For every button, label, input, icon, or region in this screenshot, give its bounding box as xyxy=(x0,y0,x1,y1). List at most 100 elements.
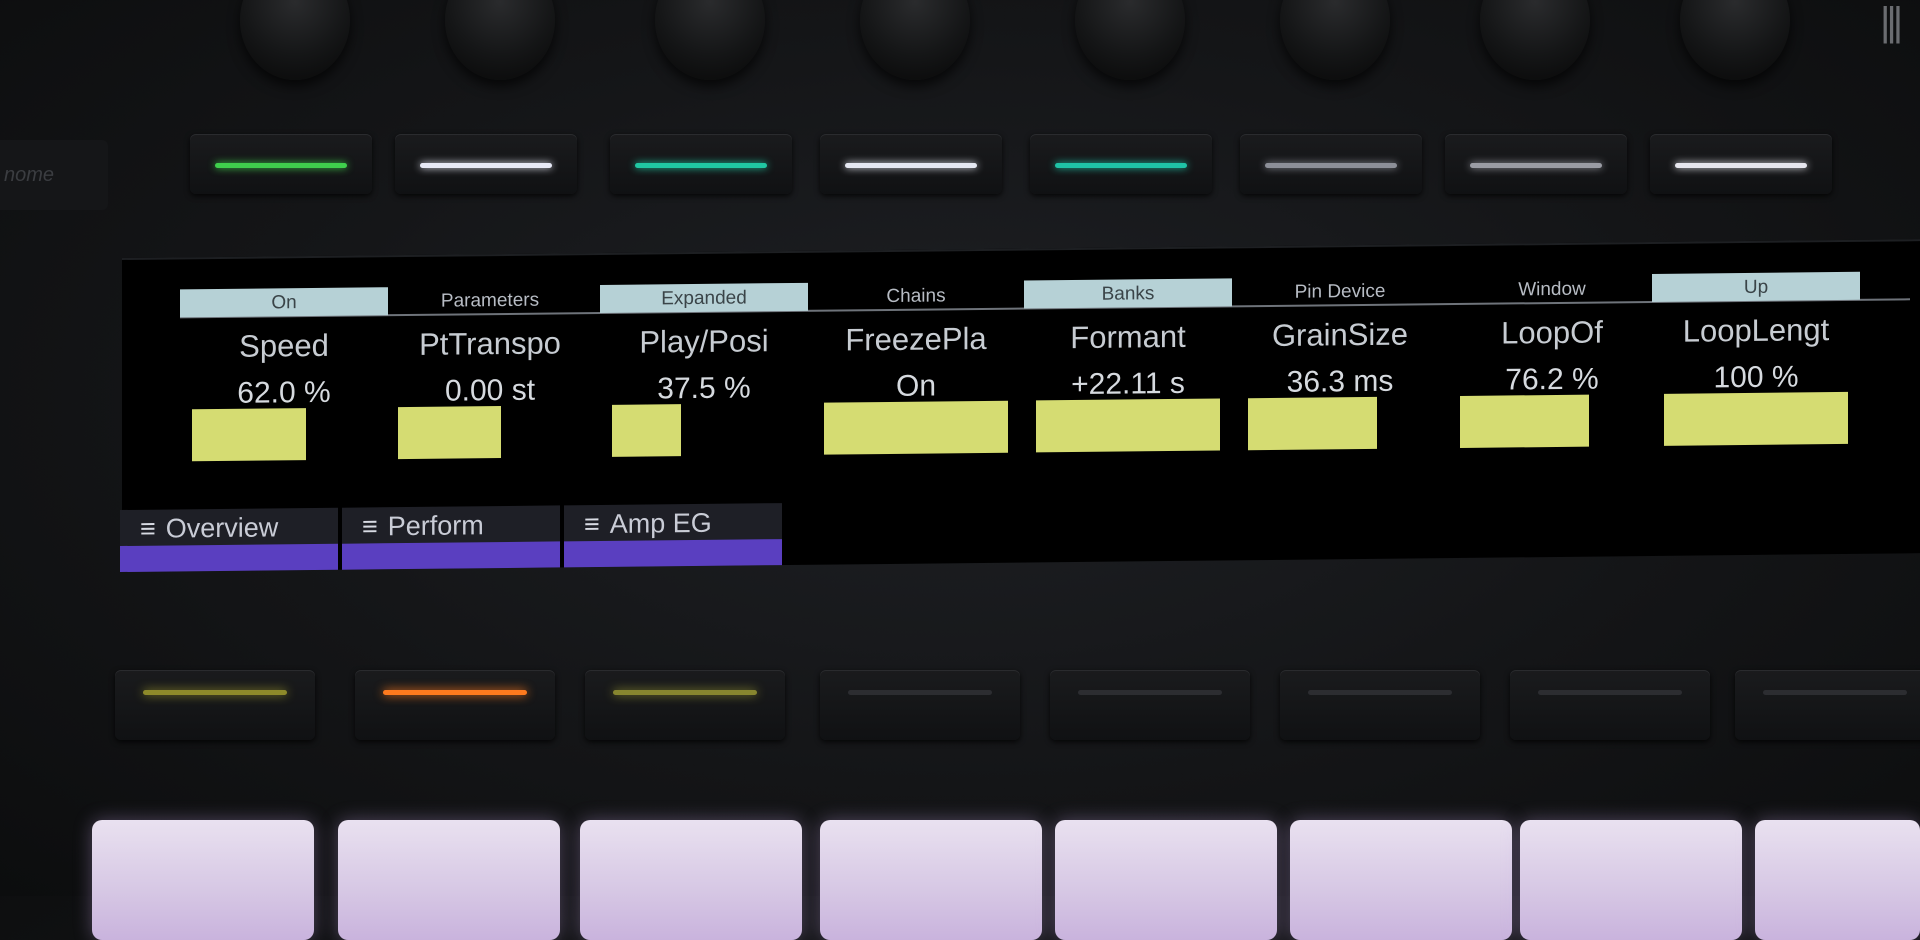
parameter-meter-5 xyxy=(1036,398,1220,453)
drum-pad-8[interactable] xyxy=(1755,820,1920,940)
param-column-6: Pin Device GrainSize 36.3 ms xyxy=(1236,276,1444,400)
param-column-3: Expanded Play/Posi 37.5 % xyxy=(600,282,808,407)
drum-pad-3[interactable] xyxy=(580,820,802,940)
upper-button-3[interactable] xyxy=(610,134,792,194)
parameter-meter-4 xyxy=(824,400,1008,455)
parameter-meter-3 xyxy=(612,404,681,457)
button-led xyxy=(845,162,977,168)
upper-button-7[interactable] xyxy=(1445,134,1627,194)
lower-button-8[interactable] xyxy=(1735,670,1920,740)
drum-pad-7[interactable] xyxy=(1520,820,1742,940)
side-button-label[interactable]: nome xyxy=(0,140,108,210)
lower-button-1[interactable] xyxy=(115,670,315,740)
parameter-name: PtTranspo xyxy=(419,325,561,362)
upper-button-2[interactable] xyxy=(395,134,577,194)
param-column-2: Parameters PtTranspo 0.00 st xyxy=(386,285,594,409)
param-column-7: Window LoopOf 76.2 % xyxy=(1448,274,1656,398)
lower-button-5[interactable] xyxy=(1050,670,1250,740)
parameter-value: 100 % xyxy=(1713,360,1799,395)
upper-button-6[interactable] xyxy=(1240,134,1422,194)
parameter-value: On xyxy=(895,369,937,403)
parameter-name: GrainSize xyxy=(1271,316,1409,353)
parameter-value: 76.2 % xyxy=(1505,362,1599,397)
bank-selection-bar xyxy=(564,539,782,568)
parameter-name: FreezePla xyxy=(845,320,987,358)
encoder-knob-3[interactable] xyxy=(655,0,765,80)
button-led xyxy=(1763,689,1907,695)
parameter-meter-1 xyxy=(192,408,307,462)
upper-button-4[interactable] xyxy=(820,134,1002,194)
param-column-1: On Speed 62.0 % xyxy=(180,287,388,411)
lower-button-6[interactable] xyxy=(1280,670,1480,740)
upper-button-1[interactable] xyxy=(190,134,372,194)
parameter-value: 62.0 % xyxy=(237,375,331,410)
top-tab-3[interactable]: Expanded xyxy=(600,282,808,313)
button-led xyxy=(635,162,767,168)
button-led xyxy=(1470,162,1602,168)
upper-button-8[interactable] xyxy=(1650,134,1832,194)
encoder-knob-5[interactable] xyxy=(1075,0,1185,80)
button-led xyxy=(143,689,287,695)
parameter-meter-2 xyxy=(398,406,502,460)
button-led xyxy=(1675,162,1807,168)
top-tab-5[interactable]: Banks xyxy=(1024,278,1232,309)
brand-logo: ||| xyxy=(1880,0,1903,44)
lower-button-4[interactable] xyxy=(820,670,1020,740)
button-led xyxy=(215,162,347,168)
parameter-value: 37.5 % xyxy=(657,371,751,406)
top-tab-1[interactable]: On xyxy=(180,287,388,318)
bank-name: Overview xyxy=(165,512,279,544)
drum-pad-1[interactable] xyxy=(92,820,314,940)
parameter-name: LoopOf xyxy=(1501,314,1603,351)
button-led xyxy=(383,689,527,695)
drum-pad-4[interactable] xyxy=(820,820,1042,940)
bank-icon: ≡ xyxy=(362,511,378,542)
lower-button-2[interactable] xyxy=(355,670,555,740)
encoder-knob-6[interactable] xyxy=(1280,0,1390,80)
bank-icon: ≡ xyxy=(140,513,156,544)
encoder-knob-7[interactable] xyxy=(1480,0,1590,80)
top-tab-4[interactable]: Chains xyxy=(812,281,1020,311)
param-column-5: Banks Formant +22.11 s xyxy=(1024,278,1232,402)
bank-icon: ≡ xyxy=(584,508,600,540)
bank-tab-3[interactable]: ≡ Amp EG xyxy=(564,503,782,568)
bank-selection-bar xyxy=(342,541,560,570)
push-display: On Speed 62.0 % Parameters PtTranspo 0.00 st E… xyxy=(120,239,1920,573)
parameter-meter-8 xyxy=(1664,391,1848,446)
top-tab-7[interactable]: Window xyxy=(1448,274,1656,304)
bank-tab-1[interactable]: ≡ Overview xyxy=(120,507,338,573)
param-column-4: Chains FreezePla On xyxy=(812,281,1020,405)
bank-selection-bar xyxy=(120,543,338,573)
button-led xyxy=(848,689,992,695)
parameter-name: Play/Posi xyxy=(639,323,769,360)
bank-name: Perform xyxy=(387,510,484,542)
button-led xyxy=(1078,689,1222,695)
parameter-meter-7 xyxy=(1460,394,1589,448)
bank-label: ≡ Amp EG xyxy=(584,508,712,540)
drum-pad-5[interactable] xyxy=(1055,820,1277,940)
lower-button-3[interactable] xyxy=(585,670,785,740)
parameter-value: +22.11 s xyxy=(1071,366,1185,402)
button-led xyxy=(1308,689,1452,695)
encoder-knob-4[interactable] xyxy=(860,0,970,80)
bank-label: ≡ Perform xyxy=(362,510,484,542)
drum-pad-6[interactable] xyxy=(1290,820,1512,940)
button-led xyxy=(420,162,552,168)
top-tab-2[interactable]: Parameters xyxy=(386,285,594,315)
bank-tab-2[interactable]: ≡ Perform xyxy=(342,505,560,570)
bank-name: Amp EG xyxy=(609,507,712,539)
upper-button-5[interactable] xyxy=(1030,134,1212,194)
button-led xyxy=(1538,689,1682,695)
encoder-knob-1[interactable] xyxy=(240,0,350,80)
encoder-knob-8[interactable] xyxy=(1680,0,1790,80)
parameter-value: 36.3 ms xyxy=(1286,364,1394,399)
top-tab-8[interactable]: Up xyxy=(1652,271,1860,302)
encoder-knob-2[interactable] xyxy=(445,0,555,80)
param-column-8: Up LoopLengt 100 % xyxy=(1652,271,1860,396)
drum-pad-2[interactable] xyxy=(338,820,560,940)
top-tab-6[interactable]: Pin Device xyxy=(1236,276,1444,306)
bank-label: ≡ Overview xyxy=(140,512,278,544)
lower-button-7[interactable] xyxy=(1510,670,1710,740)
parameter-value: 0.00 st xyxy=(444,373,536,408)
parameter-name: Speed xyxy=(239,327,329,364)
